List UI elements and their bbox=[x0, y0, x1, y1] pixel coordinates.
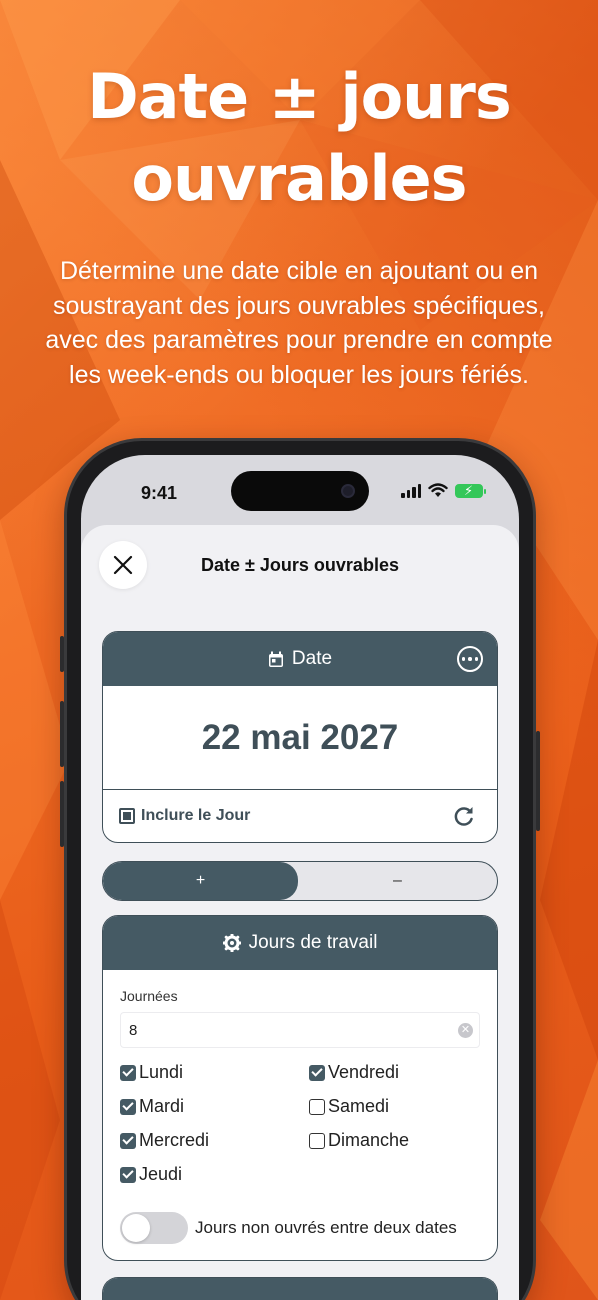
volume-down-button bbox=[60, 781, 64, 847]
phone-screen: 9:41 ⚡ Date ± Jours ouvrables Date 22 ma… bbox=[81, 455, 519, 1300]
checkbox-mardi-label: Mardi bbox=[139, 1096, 185, 1116]
checkbox-jeudi-label: Jeudi bbox=[139, 1164, 183, 1184]
checkbox-vendredi-label: Vendredi bbox=[328, 1062, 400, 1082]
days-input-value: 8 bbox=[129, 1021, 138, 1039]
checkbox-mercredi[interactable]: Mercredi bbox=[120, 1130, 209, 1151]
checkbox-dimanche-label: Dimanche bbox=[328, 1130, 410, 1150]
refresh-icon[interactable] bbox=[453, 805, 475, 827]
checkbox-lundi[interactable]: Lundi bbox=[120, 1062, 183, 1083]
checkbox-samedi-box[interactable] bbox=[309, 1098, 325, 1115]
date-card-title: Date bbox=[291, 648, 333, 669]
days-input[interactable]: 8 ✕ bbox=[120, 1012, 480, 1048]
promo-subtitle: Détermine une date cible en ajoutant ou … bbox=[45, 257, 553, 389]
battery-charging-icon: ⚡ bbox=[455, 483, 486, 498]
checkbox-lundi-label: Lundi bbox=[139, 1062, 184, 1082]
checkbox-lundi-box[interactable] bbox=[120, 1064, 136, 1081]
more-options-icon[interactable] bbox=[457, 646, 483, 672]
checkbox-mardi[interactable]: Mardi bbox=[120, 1096, 184, 1117]
cellular-signal-icon bbox=[401, 483, 421, 498]
include-day-label: Inclure le Jour bbox=[141, 807, 251, 824]
wifi-icon bbox=[428, 483, 448, 497]
toggle-knob bbox=[122, 1214, 150, 1242]
checkbox-mardi-box[interactable] bbox=[120, 1098, 136, 1115]
promo-title-line-2: ouvrables bbox=[131, 142, 467, 215]
checkbox-jeudi[interactable]: Jeudi bbox=[120, 1164, 182, 1185]
power-button bbox=[536, 731, 540, 831]
add-segment[interactable]: + bbox=[103, 862, 298, 900]
selected-date[interactable]: 22 mai 2027 bbox=[103, 686, 497, 790]
clear-icon[interactable]: ✕ bbox=[458, 1023, 473, 1038]
days-field-label: Journées bbox=[120, 988, 178, 1004]
promo-title: Date ± jours ouvrables bbox=[0, 56, 598, 220]
calendar-icon bbox=[268, 651, 283, 667]
checkbox-mercredi-label: Mercredi bbox=[139, 1130, 210, 1150]
checkbox-mercredi-box[interactable] bbox=[120, 1132, 136, 1149]
dynamic-island bbox=[231, 471, 369, 511]
camera-icon bbox=[341, 484, 355, 498]
non-working-days-toggle[interactable] bbox=[120, 1212, 188, 1244]
phone-frame: 9:41 ⚡ Date ± Jours ouvrables Date 22 ma… bbox=[60, 438, 540, 1300]
checkbox-dimanche-box[interactable] bbox=[309, 1132, 325, 1149]
workdays-card-header: Jours de travail bbox=[103, 916, 497, 970]
checkbox-jeudi-box[interactable] bbox=[120, 1166, 136, 1183]
checkbox-dimanche[interactable]: Dimanche bbox=[309, 1130, 409, 1151]
date-card: Date 22 mai 2027 Inclure le Jour bbox=[102, 631, 498, 843]
gear-icon bbox=[222, 934, 241, 952]
checkbox-samedi-label: Samedi bbox=[328, 1096, 390, 1116]
non-working-days-label: Jours non ouvrés entre deux dates bbox=[195, 1218, 457, 1237]
promo-title-line-1: Date ± jours bbox=[87, 60, 512, 133]
date-card-header: Date bbox=[103, 632, 497, 686]
volume-up-button bbox=[60, 701, 64, 767]
holidays-card-header bbox=[103, 1278, 497, 1300]
action-button bbox=[60, 636, 64, 672]
status-time: 9:41 bbox=[141, 483, 178, 503]
include-day-row[interactable]: Inclure le Jour bbox=[103, 790, 497, 842]
status-icons: ⚡ bbox=[401, 483, 486, 498]
subtract-segment[interactable]: – bbox=[298, 862, 497, 900]
checkbox-vendredi[interactable]: Vendredi bbox=[309, 1062, 399, 1083]
holidays-card bbox=[102, 1277, 498, 1300]
workdays-card: Jours de travail Journées 8 ✕ Lundi Mard… bbox=[102, 915, 498, 1261]
checkbox-samedi[interactable]: Samedi bbox=[309, 1096, 389, 1117]
checkbox-vendredi-box[interactable] bbox=[309, 1064, 325, 1081]
sheet-title: Date ± Jours ouvrables bbox=[201, 555, 399, 575]
modal-sheet: Date ± Jours ouvrables Date 22 mai 2027 bbox=[81, 525, 519, 1300]
status-bar: 9:41 ⚡ bbox=[81, 455, 519, 525]
workdays-card-title: Jours de travail bbox=[248, 932, 378, 953]
include-day-checkbox[interactable] bbox=[119, 808, 135, 824]
operation-segmented-control: + – bbox=[102, 861, 498, 901]
